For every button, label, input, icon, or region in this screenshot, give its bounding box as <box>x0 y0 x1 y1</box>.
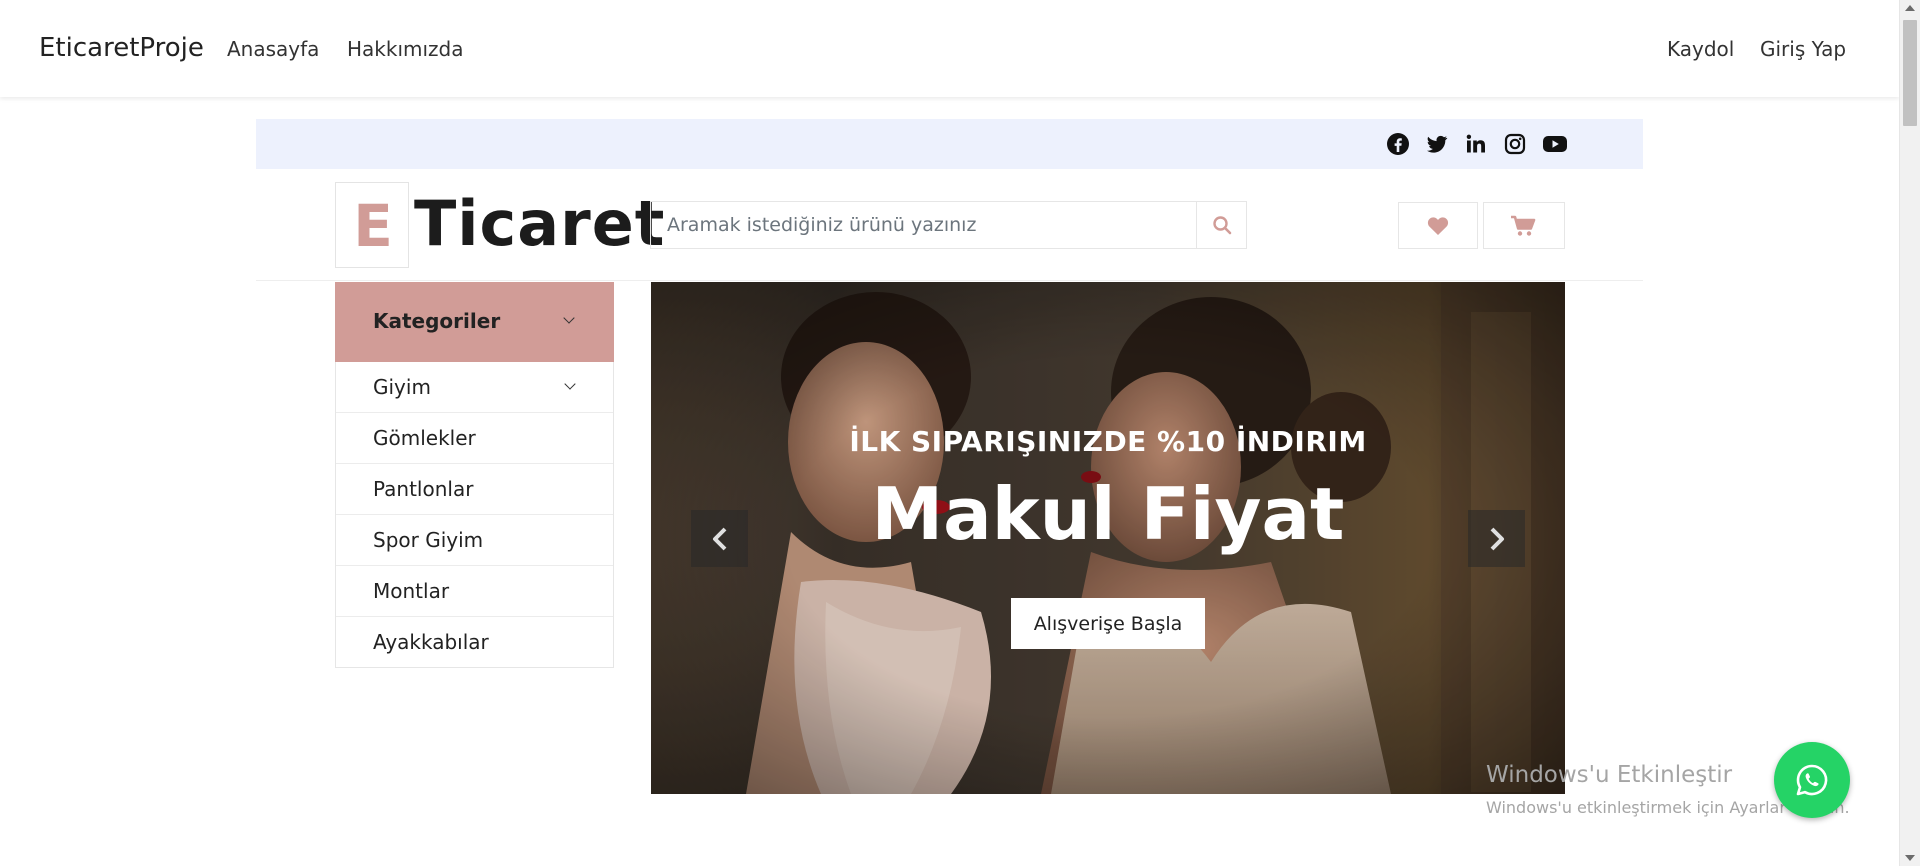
category-item-gomlekler[interactable]: Gömlekler <box>336 413 613 464</box>
category-item-pantlonlar[interactable]: Pantlonlar <box>336 464 613 515</box>
youtube-icon[interactable] <box>1542 132 1568 156</box>
category-label: Pantlonlar <box>373 477 474 501</box>
wishlist-button[interactable] <box>1398 202 1478 249</box>
nav-link-register[interactable]: Kaydol <box>1667 37 1734 61</box>
category-label: Spor Giyim <box>373 528 484 552</box>
search-input[interactable] <box>651 202 1191 248</box>
category-item-spor-giyim[interactable]: Spor Giyim <box>336 515 613 566</box>
logo-letter: E <box>353 192 393 260</box>
scroll-down-arrow-icon[interactable] <box>1905 855 1915 861</box>
chevron-right-icon <box>1490 527 1504 550</box>
search-bar <box>650 201 1247 249</box>
windows-activation-title: Windows'u Etkinleştir <box>1486 762 1733 788</box>
scroll-thumb[interactable] <box>1903 20 1917 126</box>
categories-title: Kategoriler <box>373 309 501 333</box>
nav-link-login[interactable]: Giriş Yap <box>1760 37 1846 61</box>
search-button[interactable] <box>1196 202 1246 248</box>
facebook-icon[interactable] <box>1386 132 1410 156</box>
carousel-next-button[interactable] <box>1468 510 1525 567</box>
twitter-icon[interactable] <box>1425 132 1449 156</box>
scroll-up-arrow-icon[interactable] <box>1905 5 1915 11</box>
nav-link-home[interactable]: Anasayfa <box>227 37 319 61</box>
category-label: Gömlekler <box>373 426 476 450</box>
social-topbar <box>256 119 1643 169</box>
cart-button[interactable] <box>1483 202 1565 249</box>
category-label: Ayakkabılar <box>373 630 489 654</box>
linkedin-icon[interactable] <box>1464 132 1488 156</box>
category-label: Giyim <box>373 375 431 399</box>
carousel-title: Makul Fiyat <box>871 472 1345 556</box>
hero-carousel[interactable]: İLK SIPARIŞINIZDE %10 İNDIRIM Makul Fiya… <box>651 282 1565 794</box>
top-navbar: EticaretProje Anasayfa Hakkımızda Kaydol… <box>0 0 1899 97</box>
page-scrollbar[interactable] <box>1899 0 1920 866</box>
categories-toggle[interactable]: Kategoriler <box>335 282 614 362</box>
header-row: E Ticaret <box>256 169 1643 281</box>
category-label: Montlar <box>373 579 450 603</box>
logo-mark[interactable]: E <box>335 182 409 268</box>
carousel-subtitle: İLK SIPARIŞINIZDE %10 İNDIRIM <box>849 425 1367 458</box>
instagram-icon[interactable] <box>1503 132 1527 156</box>
chevron-left-icon <box>712 527 726 550</box>
nav-link-about[interactable]: Hakkımızda <box>347 37 464 61</box>
categories-list: Giyim Gömlekler Pantlonlar Spor Giyim Mo… <box>335 362 614 668</box>
category-item-giyim[interactable]: Giyim <box>336 362 613 413</box>
category-item-montlar[interactable]: Montlar <box>336 566 613 617</box>
heart-icon <box>1427 216 1449 235</box>
search-icon <box>1212 216 1231 235</box>
carousel-prev-button[interactable] <box>691 510 748 567</box>
cart-icon <box>1511 215 1536 236</box>
chevron-down-icon <box>563 312 575 324</box>
start-shopping-button[interactable]: Alışverişe Başla <box>1011 598 1205 649</box>
chevron-down-icon <box>564 378 576 390</box>
category-item-ayakkabilar[interactable]: Ayakkabılar <box>336 617 613 668</box>
logo-text[interactable]: Ticaret <box>414 184 665 264</box>
whatsapp-button[interactable] <box>1774 742 1850 818</box>
whatsapp-icon <box>1796 764 1828 796</box>
navbar-brand[interactable]: EticaretProje <box>39 33 204 63</box>
